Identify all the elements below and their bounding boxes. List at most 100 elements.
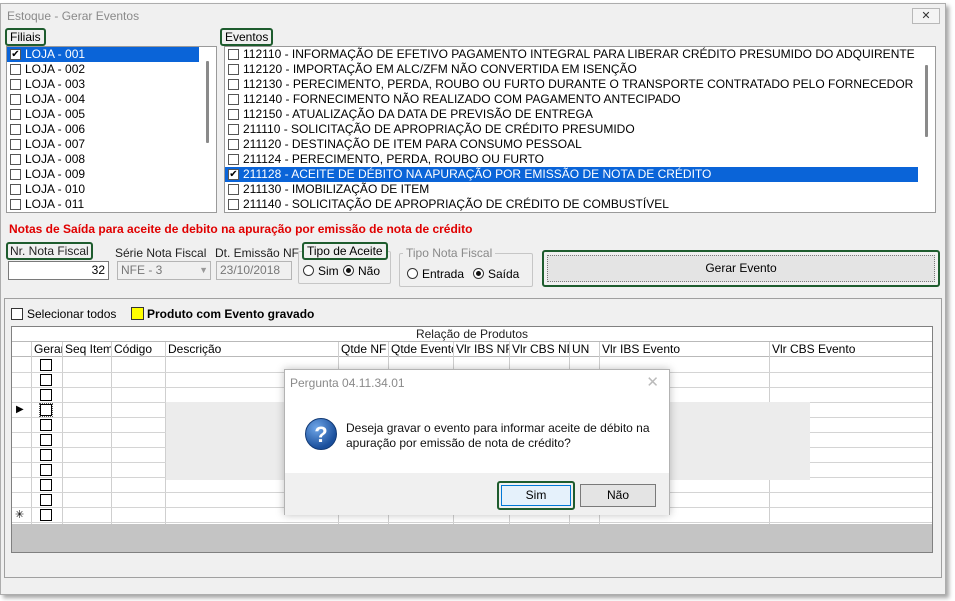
- column-header[interactable]: Qtde NF: [339, 342, 389, 357]
- evento-checkbox[interactable]: [228, 139, 239, 150]
- evento-item[interactable]: 211140 - SOLICITAÇÃO DE APROPRIAÇÃO DE C…: [225, 197, 935, 212]
- radio-sim[interactable]: [303, 265, 314, 276]
- serie-select[interactable]: NFE - 3 ▼: [117, 261, 211, 280]
- evento-item[interactable]: 211110 - SOLICITAÇÃO DE APROPRIAÇÃO DE C…: [225, 122, 935, 137]
- evento-checkbox[interactable]: ✔: [228, 169, 239, 180]
- filiais-scrollbar[interactable]: [199, 47, 216, 212]
- filial-item[interactable]: LOJA - 004: [7, 92, 216, 107]
- filial-checkbox[interactable]: [10, 169, 21, 180]
- evento-checkbox[interactable]: [228, 64, 239, 75]
- eventos-list[interactable]: 112110 - INFORMAÇÃO DE EFETIVO PAGAMENTO…: [224, 46, 936, 213]
- table-row[interactable]: [12, 522, 932, 523]
- evento-item[interactable]: 112140 - FORNECIMENTO NÃO REALIZADO COM …: [225, 92, 935, 107]
- gerar-checkbox[interactable]: [40, 359, 52, 371]
- filial-item-label: LOJA - 006: [25, 122, 86, 136]
- evento-checkbox[interactable]: [228, 79, 239, 90]
- filial-item[interactable]: LOJA - 007: [7, 137, 216, 152]
- gerar-evento-button[interactable]: Gerar Evento: [547, 255, 935, 282]
- gerar-checkbox[interactable]: [39, 403, 53, 417]
- filial-checkbox[interactable]: [10, 109, 21, 120]
- column-header[interactable]: Vlr IBS NF: [454, 342, 510, 357]
- column-header[interactable]: Gerar: [32, 342, 63, 357]
- evento-item[interactable]: 112120 - IMPORTAÇÃO EM ALC/ZFM NÃO CONVE…: [225, 62, 935, 77]
- filial-checkbox[interactable]: [10, 199, 21, 210]
- gerar-checkbox[interactable]: [40, 494, 52, 506]
- column-header[interactable]: Vlr CBS NF: [510, 342, 570, 357]
- column-header[interactable]: Vlr CBS Evento: [770, 342, 932, 357]
- current-row-indicator-icon: ▶: [16, 404, 24, 415]
- gerar-checkbox[interactable]: [40, 509, 52, 521]
- tipo-nota-saida[interactable]: Saída: [473, 267, 519, 281]
- dt-emissao-input[interactable]: 23/10/2018: [216, 261, 292, 280]
- tipo-nota-entrada[interactable]: Entrada: [407, 267, 464, 281]
- radio-nao[interactable]: [343, 265, 354, 276]
- close-button[interactable]: ✕: [912, 8, 940, 24]
- filial-checkbox[interactable]: [10, 139, 21, 150]
- column-header[interactable]: Código: [112, 342, 166, 357]
- filial-checkbox[interactable]: ✔: [10, 49, 21, 60]
- evento-checkbox[interactable]: [228, 154, 239, 165]
- filial-checkbox[interactable]: [10, 64, 21, 75]
- dialog-close-icon[interactable]: ✕: [646, 373, 659, 391]
- no-button[interactable]: Não: [580, 484, 656, 507]
- gerar-checkbox[interactable]: [40, 434, 52, 446]
- column-header[interactable]: Seq Item: [63, 342, 112, 357]
- row-indicator-header: [12, 342, 32, 357]
- evento-checkbox[interactable]: [228, 49, 239, 60]
- evento-checkbox[interactable]: [228, 184, 239, 195]
- evento-item[interactable]: 112150 - ATUALIZAÇÃO DA DATA DE PREVISÃO…: [225, 107, 935, 122]
- nr-nota-input[interactable]: 32: [8, 261, 109, 280]
- filial-item-label: LOJA - 009: [25, 167, 86, 181]
- filial-checkbox[interactable]: [10, 94, 21, 105]
- tipo-aceite-nao[interactable]: Não: [343, 264, 380, 278]
- filial-checkbox[interactable]: [10, 79, 21, 90]
- gerar-checkbox[interactable]: [40, 464, 52, 476]
- evento-item[interactable]: 112130 - PERECIMENTO, PERDA, ROUBO OU FU…: [225, 77, 935, 92]
- gerar-checkbox[interactable]: [40, 389, 52, 401]
- evento-item[interactable]: 112110 - INFORMAÇÃO DE EFETIVO PAGAMENTO…: [225, 47, 935, 62]
- tipo-aceite-sim[interactable]: Sim: [303, 264, 339, 278]
- evento-checkbox[interactable]: [228, 199, 239, 210]
- evento-item[interactable]: ✔ 211128 - ACEITE DE DÉBITO NA APURAÇÃO P…: [225, 167, 935, 182]
- gerar-checkbox[interactable]: [40, 374, 52, 386]
- legend-label: Produto com Evento gravado: [147, 307, 315, 321]
- column-header[interactable]: Vlr IBS Evento: [600, 342, 770, 357]
- column-header[interactable]: Descrição: [166, 342, 339, 357]
- filial-item[interactable]: LOJA - 011: [7, 197, 216, 212]
- gerar-checkbox[interactable]: [40, 479, 52, 491]
- radio-saida[interactable]: [473, 268, 484, 279]
- gerar-checkbox[interactable]: [40, 419, 52, 431]
- yes-button-frame: Sim: [497, 481, 575, 510]
- filiais-list[interactable]: ✔ LOJA - 001 LOJA - 002 LOJA - 003 LOJA - 00…: [6, 46, 217, 213]
- filial-item[interactable]: LOJA - 006: [7, 122, 216, 137]
- filial-item[interactable]: LOJA - 010: [7, 182, 216, 197]
- filial-item[interactable]: LOJA - 002: [7, 62, 216, 77]
- chevron-down-icon: ▼: [199, 265, 208, 275]
- eventos-scroll-thumb[interactable]: [925, 65, 928, 137]
- column-header[interactable]: Qtde Evento: [389, 342, 454, 357]
- filial-item[interactable]: LOJA - 009: [7, 167, 216, 182]
- filial-item[interactable]: ✔ LOJA - 001: [7, 47, 216, 62]
- column-header[interactable]: UN: [570, 342, 600, 357]
- evento-item[interactable]: 211120 - DESTINAÇÃO DE ITEM PARA CONSUMO…: [225, 137, 935, 152]
- select-all[interactable]: Selecionar todos: [11, 307, 116, 321]
- radio-entrada[interactable]: [407, 268, 418, 279]
- filial-item[interactable]: LOJA - 003: [7, 77, 216, 92]
- select-all-checkbox[interactable]: [11, 308, 23, 320]
- filial-item[interactable]: LOJA - 008: [7, 152, 216, 167]
- eventos-label: Eventos: [220, 28, 274, 46]
- filial-checkbox[interactable]: [10, 124, 21, 135]
- evento-checkbox[interactable]: [228, 124, 239, 135]
- gerar-checkbox[interactable]: [40, 449, 52, 461]
- filial-item[interactable]: LOJA - 005: [7, 107, 216, 122]
- evento-checkbox[interactable]: [228, 109, 239, 120]
- yes-button[interactable]: Sim: [501, 485, 571, 506]
- eventos-scrollbar[interactable]: [918, 47, 935, 212]
- evento-item[interactable]: 211124 - PERECIMENTO, PERDA, ROUBO OU FU…: [225, 152, 935, 167]
- evento-item[interactable]: 211130 - IMOBILIZAÇÃO DE ITEM: [225, 182, 935, 197]
- filial-checkbox[interactable]: [10, 154, 21, 165]
- filial-checkbox[interactable]: [10, 184, 21, 195]
- filiais-scroll-thumb[interactable]: [206, 61, 209, 143]
- filial-item-label: LOJA - 003: [25, 77, 86, 91]
- evento-checkbox[interactable]: [228, 94, 239, 105]
